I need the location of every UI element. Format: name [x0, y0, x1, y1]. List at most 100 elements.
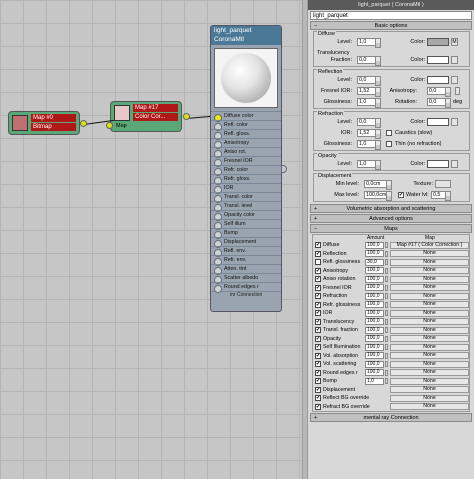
cc-input-dot[interactable]: [106, 122, 113, 129]
map-slot-button[interactable]: Map #17 ( Color Correction ): [390, 241, 469, 249]
material-name-field[interactable]: light_parquet: [310, 11, 472, 20]
material-slot[interactable]: Diffuse color: [211, 111, 281, 122]
rollout-advanced[interactable]: + Advanced options: [310, 214, 472, 223]
map-enable-checkbox[interactable]: ✔: [315, 318, 321, 325]
map-amount-spinner[interactable]: 100,0: [365, 250, 384, 257]
bitmap-output-dot[interactable]: [80, 120, 87, 127]
anisotropy-map-button[interactable]: [455, 87, 460, 95]
map-amount-arrows[interactable]: [385, 327, 388, 333]
material-slot[interactable]: Fresnel IOR: [211, 156, 281, 167]
map-amount-arrows[interactable]: [385, 267, 388, 274]
caustics-checkbox[interactable]: [386, 130, 392, 136]
water-level-checkbox[interactable]: [398, 192, 404, 198]
map-amount-arrows[interactable]: [385, 369, 388, 376]
map-amount-spinner[interactable]: 100,0: [365, 318, 384, 325]
map-amount-arrows[interactable]: [385, 361, 388, 367]
map-enable-checkbox[interactable]: ✔: [315, 284, 321, 291]
map-amount-spinner[interactable]: 100,0: [365, 335, 384, 342]
material-slot[interactable]: Refr. env.: [211, 255, 281, 266]
map-amount-spinner[interactable]: 100,0: [365, 343, 384, 351]
map-amount-arrows[interactable]: [385, 284, 388, 291]
ior-spinner[interactable]: 1,52: [357, 129, 381, 139]
anisotropy-spinner[interactable]: 0,0: [427, 87, 451, 97]
map-slot-button[interactable]: None: [390, 267, 469, 274]
map-amount-arrows[interactable]: [385, 310, 388, 316]
map-amount-arrows[interactable]: [385, 259, 388, 265]
material-slot[interactable]: Anisotropy: [211, 138, 281, 149]
reflection-level-spinner[interactable]: 0,0: [357, 76, 381, 86]
node-graph-canvas[interactable]: Map #0 Bitmap Map #17 Color Cor... Map l…: [0, 0, 302, 479]
map-slot-button[interactable]: None: [390, 369, 469, 376]
opacity-map-button[interactable]: [451, 160, 458, 168]
material-node[interactable]: light_parquet CoronaMtl Diffuse color Ref…: [210, 25, 282, 312]
material-slot[interactable]: Refr. gloss.: [211, 174, 281, 185]
map-enable-checkbox[interactable]: ✔: [315, 361, 321, 367]
bitmap-node[interactable]: Map #0 Bitmap: [8, 111, 80, 135]
material-slot[interactable]: Refl. color: [211, 120, 281, 131]
map-slot-button[interactable]: None: [390, 377, 469, 385]
map-amount-arrows[interactable]: [385, 276, 388, 282]
material-slot[interactable]: Bump: [211, 228, 281, 239]
map-enable-checkbox[interactable]: ✔: [315, 250, 321, 257]
min-level-spinner[interactable]: 0,0cm: [364, 180, 392, 190]
translucency-color-swatch[interactable]: [427, 56, 449, 64]
map-amount-arrows[interactable]: [385, 293, 388, 299]
rotation-spinner[interactable]: 0,0: [427, 98, 451, 108]
rollout-maps[interactable]: − Maps: [310, 224, 472, 233]
map-amount-spinner[interactable]: 100,0: [365, 292, 384, 300]
reflection-color-swatch[interactable]: [427, 76, 449, 84]
opacity-color-swatch[interactable]: [427, 160, 449, 168]
map-slot-button[interactable]: None: [390, 335, 469, 342]
material-slot[interactable]: Refl. env.: [211, 246, 281, 257]
map-amount-arrows[interactable]: [385, 318, 388, 325]
map-enable-checkbox[interactable]: ✔: [315, 352, 321, 359]
map-slot-button[interactable]: None: [390, 386, 469, 393]
map-amount-arrows[interactable]: [385, 378, 388, 384]
map-amount-spinner[interactable]: 30,0: [365, 258, 384, 266]
map-slot-button[interactable]: None: [390, 275, 469, 283]
material-slot[interactable]: Displacement: [211, 237, 281, 248]
cc-output-dot[interactable]: [183, 113, 190, 120]
map-amount-spinner[interactable]: 100,0: [365, 369, 384, 376]
map-enable-checkbox[interactable]: ✔: [315, 378, 321, 384]
rollout-volumetric[interactable]: + Volumetric absorption and scattering: [310, 204, 472, 213]
material-slot[interactable]: Self illum: [211, 219, 281, 230]
map-slot-button[interactable]: None: [390, 309, 469, 317]
map-slot-button[interactable]: None: [390, 292, 469, 300]
water-level-spinner[interactable]: 0,5: [431, 191, 451, 201]
map-slot-button[interactable]: None: [390, 301, 469, 308]
refraction-level-spinner[interactable]: 0,0: [357, 118, 381, 128]
map-slot-button[interactable]: None: [390, 360, 469, 368]
map-enable-checkbox[interactable]: ✔: [315, 335, 321, 342]
map-amount-arrows[interactable]: [385, 335, 388, 342]
map-amount-spinner[interactable]: 1,0: [365, 377, 384, 385]
diffuse-color-swatch[interactable]: [427, 38, 449, 46]
map-enable-checkbox[interactable]: ✔: [315, 344, 321, 350]
material-output-port[interactable]: [281, 165, 287, 173]
map-amount-arrows[interactable]: [385, 344, 388, 350]
map-amount-arrows[interactable]: [385, 301, 388, 308]
opacity-level-spinner[interactable]: 1,0: [357, 160, 381, 170]
diffuse-level-spinner[interactable]: 1,0: [357, 38, 381, 48]
map-enable-checkbox[interactable]: ✔: [315, 403, 321, 410]
rollout-mental-ray[interactable]: + mental ray Connection: [310, 413, 472, 422]
map-enable-checkbox[interactable]: ✔: [315, 293, 321, 299]
map-amount-spinner[interactable]: 100,0: [365, 284, 384, 291]
map-enable-checkbox[interactable]: ✔: [315, 301, 321, 308]
map-enable-checkbox[interactable]: [315, 259, 321, 265]
map-slot-button[interactable]: None: [390, 403, 469, 410]
thin-checkbox[interactable]: [386, 141, 392, 147]
refraction-color-swatch[interactable]: [427, 118, 449, 126]
map-slot-button[interactable]: None: [390, 284, 469, 291]
map-amount-spinner[interactable]: 100,0: [365, 275, 384, 283]
map-enable-checkbox[interactable]: ✔: [315, 276, 321, 282]
material-slot[interactable]: IOR: [211, 183, 281, 194]
map-slot-button[interactable]: None: [390, 250, 469, 257]
material-slot[interactable]: Atten. tint: [211, 264, 281, 275]
diffuse-map-button[interactable]: M: [451, 38, 458, 46]
map-enable-checkbox[interactable]: ✔: [315, 369, 321, 376]
map-amount-spinner[interactable]: 100,0: [365, 352, 384, 359]
map-enable-checkbox[interactable]: ✔: [315, 386, 321, 393]
reflection-map-button[interactable]: [451, 76, 458, 84]
material-slot[interactable]: Refr. color: [211, 165, 281, 176]
